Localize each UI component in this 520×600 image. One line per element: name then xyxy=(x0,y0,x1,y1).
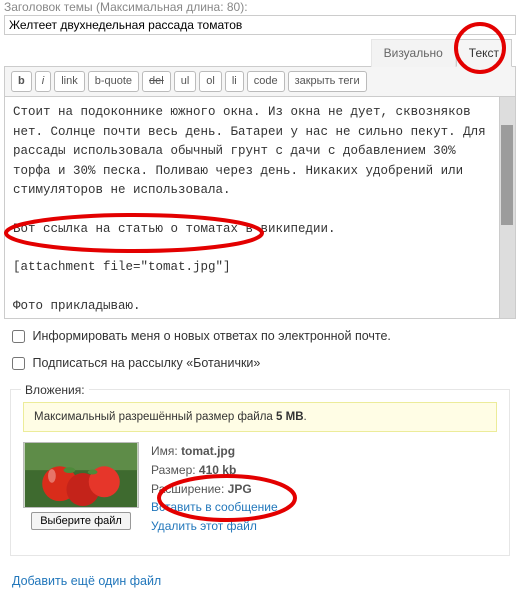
attachment-thumbnail xyxy=(23,442,139,508)
attachment-row: Выберите файл Имя: tomat.jpg Размер: 410… xyxy=(23,442,497,535)
link-button[interactable]: link xyxy=(54,71,85,92)
file-ext-value: JPG xyxy=(228,482,252,496)
insert-attachment-link[interactable]: Вставить в сообщение xyxy=(151,500,278,514)
file-size-label: Размер: xyxy=(151,463,196,477)
scrollbar-thumb[interactable] xyxy=(501,125,513,225)
delete-attachment-link[interactable]: Удалить этот файл xyxy=(151,519,257,533)
code-button[interactable]: code xyxy=(247,71,285,92)
attachments-legend: Вложения: xyxy=(21,383,89,397)
file-ext-label: Расширение: xyxy=(151,482,224,496)
attachment-meta: Имя: tomat.jpg Размер: 410 kb Расширение… xyxy=(151,442,278,535)
notify-checkbox[interactable] xyxy=(12,330,25,343)
max-size-value: 5 MB xyxy=(276,411,303,423)
subscribe-label: Подписаться на рассылку «Ботанички» xyxy=(32,356,260,370)
file-name-label: Имя: xyxy=(151,444,178,458)
scrollbar-track[interactable] xyxy=(499,97,515,318)
ol-button[interactable]: ol xyxy=(199,71,222,92)
li-button[interactable]: li xyxy=(225,71,244,92)
attachments-section: Вложения: Максимальный разрешённый разме… xyxy=(10,389,510,556)
blockquote-button[interactable]: b-quote xyxy=(88,71,139,92)
add-file-link[interactable]: Добавить ещё один файл xyxy=(12,574,161,588)
ul-button[interactable]: ul xyxy=(174,71,197,92)
tab-text[interactable]: Текст xyxy=(456,39,512,67)
bold-button[interactable]: b xyxy=(11,71,32,92)
notify-checkbox-row[interactable]: Информировать меня о новых ответах по эл… xyxy=(8,327,512,346)
message-textarea[interactable] xyxy=(5,97,515,315)
editor-toolbar: b i link b-quote del ul ol li code закры… xyxy=(4,66,516,96)
italic-button[interactable]: i xyxy=(35,71,51,92)
subscribe-checkbox-row[interactable]: Подписаться на рассылку «Ботанички» xyxy=(8,354,512,373)
file-name-value: tomat.jpg xyxy=(181,444,235,458)
tab-visual[interactable]: Визуально xyxy=(371,39,456,67)
choose-file-button[interactable]: Выберите файл xyxy=(31,512,131,530)
max-size-prefix: Максимальный разрешённый размер файла xyxy=(34,411,276,423)
file-size-value: 410 kb xyxy=(199,463,236,477)
title-input[interactable] xyxy=(4,15,516,35)
max-size-note: Максимальный разрешённый размер файла 5 … xyxy=(23,402,497,432)
subscribe-checkbox[interactable] xyxy=(12,357,25,370)
close-tags-button[interactable]: закрыть теги xyxy=(288,71,367,92)
title-field-label: Заголовок темы (Максимальная длина: 80): xyxy=(0,0,520,14)
notify-label: Информировать меня о новых ответах по эл… xyxy=(32,329,390,343)
del-button[interactable]: del xyxy=(142,71,171,92)
